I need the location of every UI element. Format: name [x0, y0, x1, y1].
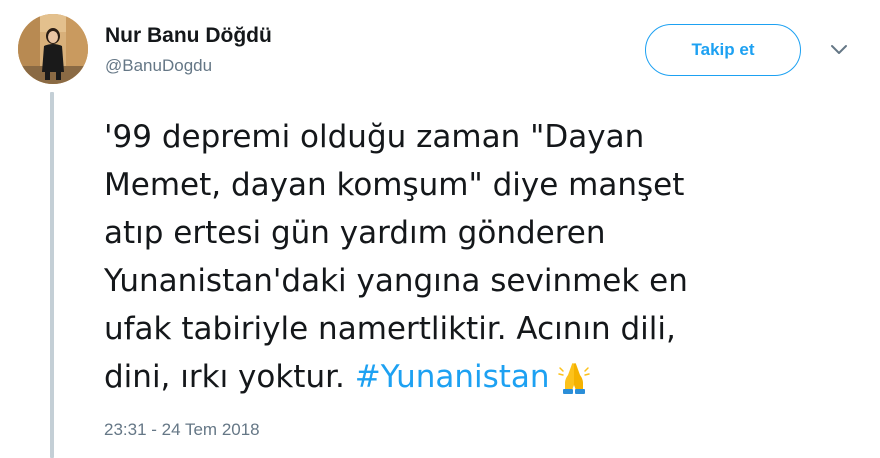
folded-hands-emoji: [556, 359, 592, 395]
tweet-line: Yunanistan'daki yangına sevinmek en: [104, 263, 688, 299]
avatar-photo: [18, 14, 88, 84]
hashtag-link[interactable]: #Yunanistan: [355, 359, 550, 395]
tweet-line: atıp ertesi gün yardım gönderen: [104, 215, 606, 251]
tweet-line: '99 depremi olduğu zaman "Dayan: [104, 119, 645, 155]
timestamp[interactable]: 23:31 - 24 Tem 2018: [104, 418, 260, 442]
tweet-last-line: dini, ırkı yoktur. #Yunanistan: [104, 353, 804, 401]
thread-line: [50, 92, 54, 458]
tweet-line: dini, ırkı yoktur.: [104, 359, 355, 395]
author-handle[interactable]: @BanuDogdu: [105, 55, 212, 77]
avatar[interactable]: [18, 14, 88, 84]
tweet-line: Memet, dayan komşum" diye manşet: [104, 167, 685, 203]
follow-button[interactable]: Takip et: [645, 24, 801, 76]
tweet-text: '99 depremi olduğu zaman "Dayan Memet, d…: [104, 113, 804, 401]
author-name[interactable]: Nur Banu Döğdü: [105, 23, 272, 49]
tweet-card: Nur Banu Döğdü @BanuDogdu Takip et '99 d…: [0, 0, 880, 458]
chevron-down-icon[interactable]: [826, 36, 852, 62]
tweet-line: ufak tabiriyle namertliktir. Acının dili…: [104, 311, 676, 347]
